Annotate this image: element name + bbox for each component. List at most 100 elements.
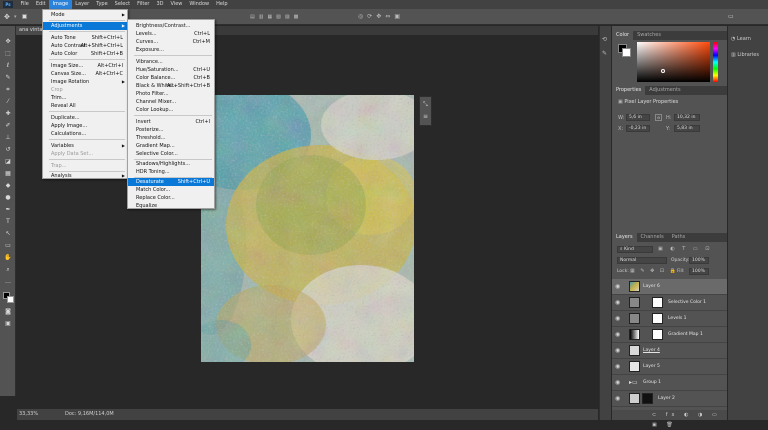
adj-shadows-highlights[interactable]: Shadows/Highlights... — [128, 160, 214, 168]
layer-name[interactable]: Group 1 — [643, 380, 661, 385]
menu-help[interactable]: Help — [213, 0, 231, 9]
menu-item-analysis[interactable]: Analysis ▶ — [43, 172, 127, 180]
workspace-icon[interactable]: ▭ — [728, 13, 734, 20]
brush-panel-icon[interactable]: ✎ — [602, 50, 607, 57]
menu-item-image-rotation[interactable]: Image Rotation ▶ — [43, 78, 127, 86]
visibility-eye-icon[interactable]: ◉ — [615, 379, 620, 386]
auto-select-checkbox[interactable] — [22, 14, 27, 19]
menu-item-calculations[interactable]: Calculations... — [43, 130, 127, 138]
history-brush-icon[interactable]: ↺ — [3, 146, 13, 154]
menu-layer[interactable]: Layer — [72, 0, 93, 9]
layer-name[interactable]: Layer 5 — [643, 364, 660, 369]
kind-filter[interactable]: ⌕ Kind — [617, 246, 653, 253]
layer-row[interactable]: ◉ Layer 5 — [612, 359, 727, 375]
adj-color-lookup[interactable]: Color Lookup... — [128, 106, 214, 114]
color-picker-handle[interactable] — [661, 69, 665, 73]
adj-replace-color[interactable]: Replace Color... — [128, 194, 214, 202]
layer-name[interactable]: Gradient Map 1 — [668, 332, 703, 337]
properties-icon[interactable]: ≡ — [423, 113, 428, 120]
adj-photo-filter[interactable]: Photo Filter... — [128, 90, 214, 98]
menu-select[interactable]: Select — [111, 0, 133, 9]
align-icons[interactable]: ▤▥▦▧▨▩ — [250, 14, 302, 20]
menu-item-trim[interactable]: Trim... — [43, 94, 127, 102]
layer-name[interactable]: Layer 6 — [643, 284, 660, 289]
adj-exposure[interactable]: Exposure... — [128, 46, 214, 54]
document-canvas-image[interactable] — [201, 95, 414, 362]
doc-size[interactable]: Doc: 9,16M/114,0M — [65, 409, 114, 420]
stamp-icon[interactable]: ⊥ — [3, 134, 13, 142]
move-tool-icon[interactable]: ✥ — [4, 13, 10, 21]
layers-footer-icons[interactable]: ⊂ fx ◐ ◑ ▭ ▣ 🗑 — [612, 410, 727, 428]
layer-name[interactable]: Selective Color 1 — [668, 300, 706, 305]
layer-name[interactable]: Layer 2 — [658, 396, 675, 401]
menu-item-auto-color[interactable]: Auto Color Shift+Ctrl+B — [43, 50, 127, 58]
layer-row[interactable]: ◉ Selective Color 1 — [612, 295, 727, 311]
menu-type[interactable]: Type — [93, 0, 111, 9]
learn-item[interactable]: ◔ Learn — [731, 36, 751, 42]
adj-threshold[interactable]: Threshold... — [128, 134, 214, 142]
layer-name[interactable]: Levels 1 — [668, 316, 687, 321]
adj-hue-saturation[interactable]: Hue/Saturation... Ctrl+U — [128, 66, 214, 74]
menu-item-image-size[interactable]: Image Size... Alt+Ctrl+I — [43, 62, 127, 70]
color-picker-field[interactable] — [637, 42, 710, 82]
menu-view[interactable]: View — [167, 0, 186, 9]
adj-selective-color[interactable]: Selective Color... — [128, 150, 214, 158]
zoom-level[interactable]: 33,33% — [19, 409, 38, 420]
link-icon[interactable]: ⊖ — [655, 114, 662, 121]
adj-desaturate[interactable]: Desaturate Shift+Ctrl+U — [128, 178, 214, 186]
x-field[interactable]: -0,23 in — [626, 125, 650, 132]
layer-row[interactable]: ◉ Levels 1 — [612, 311, 727, 327]
adj-gradient-map[interactable]: Gradient Map... — [128, 142, 214, 150]
dropdown-icon[interactable]: ▾ — [14, 14, 17, 20]
adj-vibrance[interactable]: Vibrance... — [128, 58, 214, 66]
menu-item-adjustments[interactable]: Adjustments ▶ — [43, 22, 127, 30]
zoom-icon[interactable]: ⌕ — [3, 266, 13, 274]
visibility-eye-icon[interactable]: ◉ — [615, 363, 620, 370]
brush-icon[interactable]: ✐ — [3, 122, 13, 130]
opacity-field[interactable]: 100% — [689, 257, 709, 264]
adj-levels[interactable]: Levels... Ctrl+L — [128, 30, 214, 38]
y-field[interactable]: 5,83 in — [674, 125, 700, 132]
history-icon[interactable]: ⤡ — [423, 101, 428, 109]
blend-mode-select[interactable]: Normal — [617, 257, 667, 264]
adj-channel-mixer[interactable]: Channel Mixer... — [128, 98, 214, 106]
menu-item-auto-tone[interactable]: Auto Tone Shift+Ctrl+L — [43, 34, 127, 42]
layer-row[interactable]: ◉ Layer 4 — [612, 343, 727, 359]
gradient-icon[interactable]: ▦ — [3, 170, 13, 178]
visibility-eye-icon[interactable]: ◉ — [615, 299, 620, 306]
layer-row[interactable]: ◉ Layer 6 — [612, 279, 727, 295]
healing-icon[interactable]: ✚ — [3, 110, 13, 118]
libraries-item[interactable]: ▥ Libraries — [731, 52, 759, 58]
menu-window[interactable]: Window — [186, 0, 213, 9]
layer-row[interactable]: ◉ Layer 2 — [612, 391, 727, 407]
adj-equalize[interactable]: Equalize — [128, 202, 214, 210]
width-field[interactable]: 5,6 in — [626, 114, 650, 121]
menu-3d[interactable]: 3D — [153, 0, 167, 9]
layer-row[interactable]: ◉ ▸▭ Group 1 — [612, 375, 727, 391]
lock-icons[interactable]: ▦ ✎ ✥ ⊡ 🔒 — [630, 268, 678, 274]
path-select-icon[interactable]: ↖ — [3, 230, 13, 238]
height-field[interactable]: 10,32 in — [674, 114, 700, 121]
visibility-eye-icon[interactable]: ◉ — [615, 315, 620, 322]
tab-properties[interactable]: Properties — [612, 86, 646, 95]
hue-slider[interactable] — [713, 42, 718, 82]
crop-icon[interactable]: ⌗ — [3, 86, 13, 94]
visibility-eye-icon[interactable]: ◉ — [615, 347, 620, 354]
menu-item-reveal-all[interactable]: Reveal All — [43, 102, 127, 110]
menu-item-duplicate[interactable]: Duplicate... — [43, 114, 127, 122]
quick-select-icon[interactable]: ✎ — [3, 74, 13, 82]
adj-black-white[interactable]: Black & White... Alt+Shift+Ctrl+B — [128, 82, 214, 90]
visibility-eye-icon[interactable]: ◉ — [615, 331, 620, 338]
menu-item-variables[interactable]: Variables ▶ — [43, 142, 127, 150]
adj-color-balance[interactable]: Color Balance... Ctrl+B — [128, 74, 214, 82]
screen-mode-icon[interactable]: ▣ — [3, 320, 13, 328]
3d-mode-icons[interactable]: ◎⟳✥⇔▣ — [358, 13, 404, 20]
menu-edit[interactable]: Edit — [32, 0, 49, 9]
tab-layers[interactable]: Layers — [612, 233, 637, 242]
layer-row[interactable]: ◉ Gradient Map 1 — [612, 327, 727, 343]
menu-item-crop[interactable]: Crop — [43, 86, 127, 94]
more-tools-icon[interactable]: … — [3, 278, 13, 286]
bg-color-chip[interactable] — [622, 48, 631, 57]
tab-channels[interactable]: Channels — [637, 233, 668, 242]
filter-type-icons[interactable]: ▣ ◐ T ▭ ⊡ — [658, 246, 712, 252]
